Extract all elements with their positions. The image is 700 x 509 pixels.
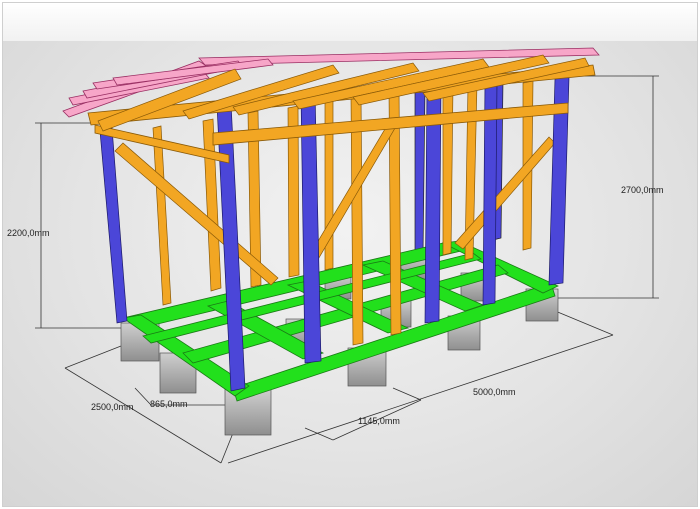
dim-beam-spacing: 1145,0mm <box>358 416 400 426</box>
shed-frame-model: 2200,0mm 2700,0mm 2500,0mm 5000,0mm 865,… <box>7 47 664 464</box>
viewport-frame: 2200,0mm 2700,0mm 2500,0mm 5000,0mm 865,… <box>2 2 698 507</box>
dim-height-back: 2700,0mm <box>621 185 664 195</box>
roof-beams <box>97 54 590 132</box>
dim-width: 2500,0mm <box>91 402 134 412</box>
dim-length: 5000,0mm <box>473 387 516 397</box>
dim-post-spacing: 865,0mm <box>150 399 188 409</box>
dim-height-front: 2200,0mm <box>7 228 50 238</box>
